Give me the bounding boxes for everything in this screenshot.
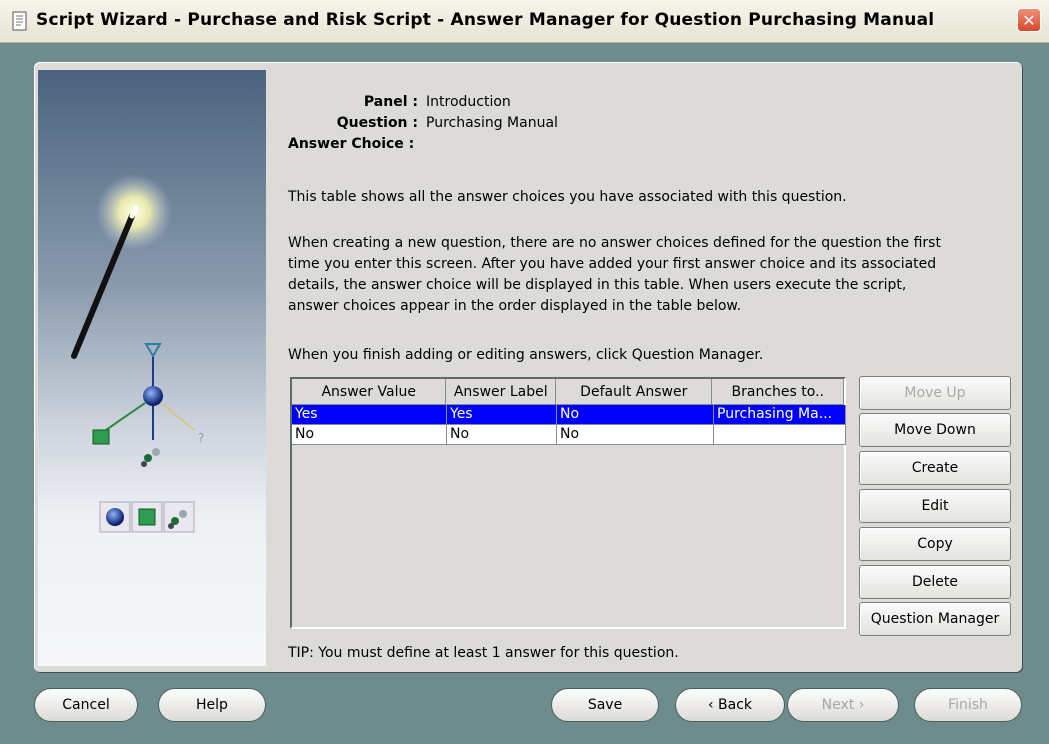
question-label: Question : xyxy=(336,115,418,131)
copy-button[interactable]: Copy xyxy=(859,527,1011,561)
chevron-right-icon: › xyxy=(854,697,865,713)
description-line: time you enter this screen. After you ha… xyxy=(288,256,937,272)
description-line: answer choices appear in the order displ… xyxy=(288,298,742,314)
svg-text:?: ? xyxy=(198,431,204,445)
table-row[interactable]: No No No xyxy=(292,425,846,445)
edit-button[interactable]: Edit xyxy=(859,489,1011,523)
description-line: details, the answer choice will be displ… xyxy=(288,277,907,293)
panel-value: Introduction xyxy=(426,94,511,110)
answer-choice-label: Answer Choice : xyxy=(288,136,415,152)
table-cell: No xyxy=(557,425,714,445)
move-up-button[interactable]: Move Up xyxy=(859,376,1011,410)
table-cell: No xyxy=(447,425,557,445)
next-label: Next xyxy=(821,697,855,713)
close-icon: ✕ xyxy=(1022,10,1036,30)
branching-diagram-icon: ? xyxy=(92,343,204,467)
table-row[interactable]: Yes Yes No Purchasing Ma... xyxy=(292,405,846,425)
title-bar: Script Wizard - Purchase and Risk Script… xyxy=(0,0,1049,43)
description-para1: This table shows all the answer choices … xyxy=(288,189,847,205)
delete-button[interactable]: Delete xyxy=(859,565,1011,599)
back-label: Back xyxy=(718,697,753,713)
back-button[interactable]: ‹ Back xyxy=(675,688,785,722)
cancel-button[interactable]: Cancel xyxy=(34,688,138,722)
question-manager-button[interactable]: Question Manager xyxy=(859,602,1011,636)
table-cell: No xyxy=(292,425,447,445)
script-wizard-window: Script Wizard - Purchase and Risk Script… xyxy=(0,0,1049,744)
question-info: Panel : Introduction Question : Purchasi… xyxy=(288,92,558,155)
save-button[interactable]: Save xyxy=(551,688,659,722)
description-line: When creating a new question, there are … xyxy=(288,235,941,251)
move-down-button[interactable]: Move Down xyxy=(859,413,1011,447)
description-para2: When creating a new question, there are … xyxy=(288,233,1018,317)
table-cell xyxy=(714,425,846,445)
wizard-illustration: ? xyxy=(38,70,266,666)
window-title: Script Wizard - Purchase and Risk Script… xyxy=(36,10,935,30)
column-header-branches-to[interactable]: Branches to.. xyxy=(712,379,845,405)
finish-button[interactable]: Finish xyxy=(914,688,1022,722)
column-header-default-answer[interactable]: Default Answer xyxy=(556,379,713,405)
table-header: Answer Value Answer Label Default Answer… xyxy=(292,379,845,405)
close-button[interactable]: ✕ xyxy=(1017,8,1041,32)
next-button[interactable]: Next › xyxy=(787,688,899,722)
table-cell: No xyxy=(557,405,714,425)
description-para3: When you finish adding or editing answer… xyxy=(288,347,764,363)
toolbar-icons xyxy=(99,501,195,533)
tip-text: TIP: You must define at least 1 answer f… xyxy=(288,645,679,661)
table-cell: Yes xyxy=(292,405,447,425)
table-cell: Yes xyxy=(447,405,557,425)
create-button[interactable]: Create xyxy=(859,451,1011,485)
chevron-left-icon: ‹ xyxy=(707,697,719,713)
column-header-answer-label[interactable]: Answer Label xyxy=(446,379,557,405)
magic-wand-icon xyxy=(71,174,172,359)
document-icon xyxy=(12,11,27,31)
column-header-answer-value[interactable]: Answer Value xyxy=(292,379,447,405)
table-cell: Purchasing Ma... xyxy=(714,405,846,425)
answers-table[interactable]: Answer Value Answer Label Default Answer… xyxy=(290,377,846,629)
help-button[interactable]: Help xyxy=(158,688,266,722)
question-value: Purchasing Manual xyxy=(426,115,558,131)
panel-label: Panel : xyxy=(363,94,418,110)
